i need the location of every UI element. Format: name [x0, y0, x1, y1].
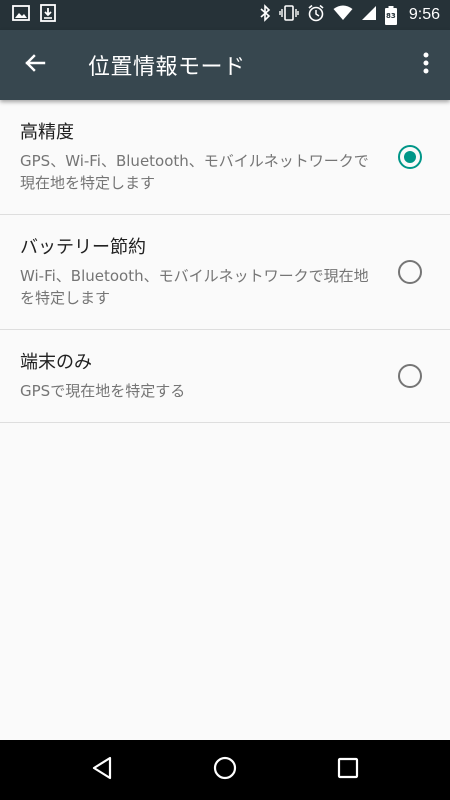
radio-device-only[interactable] [398, 364, 422, 388]
app-bar: 位置情報モード [0, 30, 450, 100]
image-icon [12, 5, 30, 25]
overflow-menu-button[interactable] [402, 30, 450, 100]
navigation-bar [0, 740, 450, 800]
option-title: バッテリー節約 [20, 237, 146, 258]
option-description: Wi-Fi、Bluetooth、モバイルネットワークで現在地を特定します [20, 267, 369, 307]
status-right-icons: 83 9:56 [259, 4, 440, 26]
back-triangle-icon [91, 756, 113, 784]
option-high-accuracy[interactable]: 高精度 GPS、Wi-Fi、Bluetooth、モバイルネットワークで現在地を特… [0, 100, 450, 215]
vibrate-icon [279, 4, 299, 26]
status-bar: 83 9:56 [0, 0, 450, 30]
option-title: 高精度 [20, 122, 74, 143]
radio-battery-saving[interactable] [398, 260, 422, 284]
option-title: 端末のみ [20, 352, 92, 373]
status-time: 9:56 [408, 6, 440, 23]
location-mode-list: 高精度 GPS、Wi-Fi、Bluetooth、モバイルネットワークで現在地を特… [0, 100, 450, 423]
nav-home-button[interactable] [195, 740, 255, 800]
battery-level: 83 [385, 11, 396, 20]
alarm-icon [307, 4, 325, 26]
battery-icon: 83 [384, 5, 397, 25]
back-button[interactable] [0, 30, 70, 100]
signal-icon [361, 5, 377, 25]
recents-square-icon [337, 757, 359, 783]
nav-recents-button[interactable] [318, 740, 378, 800]
home-circle-icon [213, 756, 237, 784]
more-vert-icon [423, 52, 429, 78]
radio-high-accuracy[interactable] [398, 145, 422, 169]
option-battery-saving[interactable]: バッテリー節約 Wi-Fi、Bluetooth、モバイルネットワークで現在地を特… [0, 215, 450, 330]
status-left-icons [12, 4, 56, 26]
arrow-left-icon [23, 51, 47, 79]
wifi-icon [333, 5, 353, 25]
download-icon [40, 4, 56, 26]
nav-back-button[interactable] [72, 740, 132, 800]
page-title: 位置情報モード [88, 55, 246, 80]
bluetooth-icon [259, 4, 271, 26]
radio-checked-dot [404, 151, 416, 163]
option-description: GPS、Wi-Fi、Bluetooth、モバイルネットワークで現在地を特定します [20, 152, 369, 192]
option-description: GPSで現在地を特定する [20, 382, 186, 400]
option-device-only[interactable]: 端末のみ GPSで現在地を特定する [0, 330, 450, 423]
